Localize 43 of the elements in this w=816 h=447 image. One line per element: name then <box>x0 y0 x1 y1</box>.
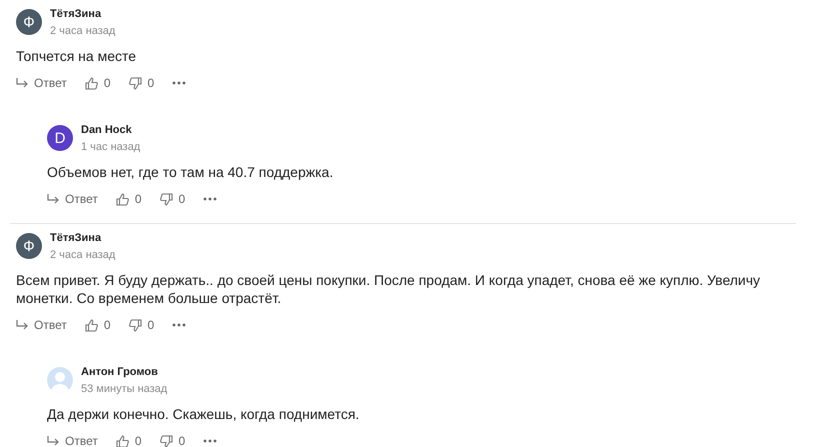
thumbs-down-icon <box>128 76 142 90</box>
avatar: D <box>47 125 73 151</box>
author-name: ТётяЗина <box>50 232 102 244</box>
reply-button[interactable]: Ответ <box>47 434 98 447</box>
thumbs-up-icon <box>116 434 129 447</box>
author-name: Dan Hock <box>81 124 133 136</box>
reply-button[interactable]: Ответ <box>16 76 67 90</box>
reply-arrow-icon <box>47 194 59 204</box>
dislike-button[interactable]: 0 <box>128 318 154 332</box>
like-button[interactable]: 0 <box>116 434 142 447</box>
comment-time: 1 час назад <box>81 140 140 152</box>
thumbs-down-icon <box>128 318 142 332</box>
reply-arrow-icon <box>16 78 28 88</box>
reply-arrow-icon <box>16 320 28 330</box>
comment-text: Да держи конечно. Скажешь, когда поднимется. <box>47 405 360 423</box>
dislike-button[interactable]: 0 <box>128 76 154 90</box>
like-button[interactable]: 0 <box>116 192 142 206</box>
avatar: Ф <box>16 9 42 35</box>
more-icon[interactable] <box>172 323 186 327</box>
reply-button[interactable]: Ответ <box>47 192 98 206</box>
author-name: ТётяЗина <box>50 8 102 20</box>
comment-time: 2 часа назад <box>50 248 116 260</box>
more-icon[interactable] <box>172 81 186 85</box>
thumbs-up-icon <box>84 76 98 90</box>
dislike-button[interactable]: 0 <box>160 434 186 447</box>
more-icon[interactable] <box>203 439 218 443</box>
reply-button[interactable]: Ответ <box>16 318 67 332</box>
comment-text: Топчется на месте <box>16 47 138 65</box>
thumbs-down-icon <box>160 192 173 206</box>
like-button[interactable]: 0 <box>84 76 111 90</box>
author-name: Антон Громов <box>81 366 159 378</box>
comment-text: Всем привет. Я буду держать.. до своей цены покупки. После продам. И когда упадет, снова её же куплю. Увеличу монетки. Со временем больше отрастёт. <box>16 271 762 307</box>
like-button[interactable]: 0 <box>84 318 111 332</box>
reply-arrow-icon <box>47 436 59 446</box>
avatar: Ф <box>16 233 42 259</box>
thumbs-up-icon <box>84 318 98 332</box>
thumbs-up-icon <box>116 192 129 206</box>
more-icon[interactable] <box>203 197 218 201</box>
thumbs-down-icon <box>160 434 173 447</box>
comment-text: Объемов нет, где то там на 40.7 поддержка. <box>47 163 334 181</box>
dislike-button[interactable]: 0 <box>160 192 186 206</box>
comment-time: 53 минуты назад <box>81 382 168 394</box>
comment-time: 2 часа назад <box>50 24 116 36</box>
